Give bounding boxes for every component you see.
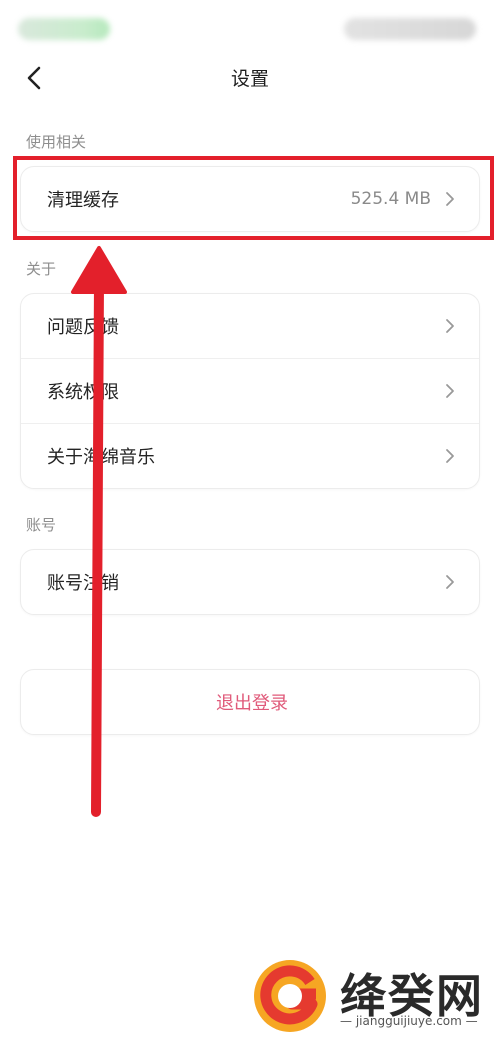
chevron-right-icon — [443, 189, 457, 209]
clear-cache-label: 清理缓存 — [47, 190, 119, 211]
card-account: 账号注销 — [20, 549, 480, 615]
list-item-about-app[interactable]: 关于海绵音乐 — [21, 423, 479, 488]
delete-account-label: 账号注销 — [47, 573, 119, 594]
card-usage: 清理缓存 525.4 MB — [20, 166, 480, 232]
chevron-right-icon — [443, 446, 457, 466]
cache-size-value: 525.4 MB — [350, 189, 431, 209]
arrow-up-icon — [71, 246, 127, 817]
system-permissions-label: 系统权限 — [47, 382, 119, 403]
chevron-right-icon — [443, 316, 457, 336]
card-about: 问题反馈 系统权限 关于海绵音乐 — [20, 293, 480, 489]
feedback-label: 问题反馈 — [47, 317, 119, 338]
navigation-bar: 设置 — [0, 52, 500, 104]
logout-card: 退出登录 — [20, 669, 480, 735]
chevron-right-icon — [443, 381, 457, 401]
page-title: 设置 — [230, 68, 269, 90]
watermark-domain: — jiangguijiuye.com — — [340, 1014, 478, 1028]
chevron-right-icon — [443, 572, 457, 592]
logout-button[interactable]: 退出登录 — [21, 670, 479, 734]
watermark-logo-icon — [254, 960, 326, 1032]
section-label-account: 账号 — [26, 516, 57, 534]
section-label-about: 关于 — [26, 260, 57, 278]
list-item-clear-cache[interactable]: 清理缓存 525.4 MB — [21, 167, 479, 231]
about-app-label: 关于海绵音乐 — [47, 447, 155, 468]
list-item-feedback[interactable]: 问题反馈 — [21, 294, 479, 358]
logout-label: 退出登录 — [216, 693, 288, 714]
list-item-system-permissions[interactable]: 系统权限 — [21, 358, 479, 423]
status-bar-right-blurred — [344, 18, 476, 40]
status-bar-left-blurred — [18, 18, 110, 40]
watermark: 绛癸网 — jiangguijiuye.com — — [252, 958, 492, 1032]
list-item-delete-account[interactable]: 账号注销 — [21, 550, 479, 614]
section-label-usage: 使用相关 — [26, 133, 87, 151]
